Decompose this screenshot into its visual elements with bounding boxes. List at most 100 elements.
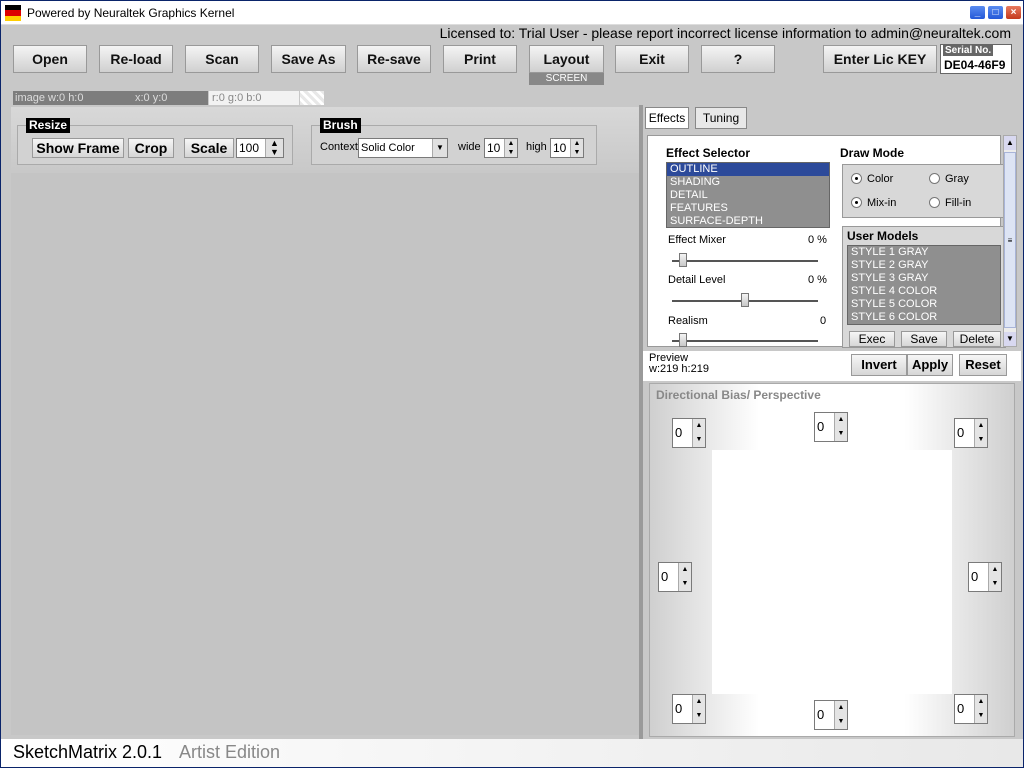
scale-value: 100 [239,141,260,155]
effect-list-item[interactable]: FEATURES [667,202,829,215]
bias-left-stepper[interactable]: 0 ▲ ▼ [658,562,692,592]
user-models-heading: User Models [847,229,919,243]
scroll-down-icon[interactable]: ▼ [1004,332,1016,346]
effect-list-item[interactable]: SHADING [667,176,829,189]
user-model-item[interactable]: STYLE 2 GRAY [848,259,1000,272]
reload-button[interactable]: Re-load [99,45,173,73]
effect-selector-list[interactable]: OUTLINE SHADING DETAIL FEATURES SURFACE-DEPT… [666,162,830,228]
stepper-arrows-icon[interactable]: ▲ ▼ [974,419,987,447]
scan-button[interactable]: Scan [185,45,259,73]
save-model-button[interactable]: Save [901,331,947,347]
fillin-radio[interactable]: Fill-in [929,197,971,209]
realism-track[interactable] [672,340,818,342]
detail-level-value: 0 % [808,274,827,286]
bias-top-stepper[interactable]: 0 ▲ ▼ [814,412,848,442]
stepper-arrows-icon[interactable]: ▲ ▼ [678,563,691,591]
directional-bias-title: Directional Bias/ Perspective [656,388,821,402]
image-status-bar: image w:0 h:0 x:0 y:0 [13,91,208,105]
bias-right-stepper[interactable]: 0 ▲ ▼ [968,562,1002,592]
context-label: Context [320,141,358,153]
effect-mixer-slider[interactable] [678,253,687,267]
color-radio[interactable]: Color [851,173,893,185]
context-value: Solid Color [361,142,415,154]
high-stepper[interactable]: 10 ▲ ▼ [550,138,584,158]
brush-label: Brush [320,118,361,133]
bias-bottom-right-stepper[interactable]: 0 ▲ ▼ [954,694,988,724]
user-model-item[interactable]: STYLE 3 GRAY [848,272,1000,285]
bias-bottom-stepper[interactable]: 0 ▲ ▼ [814,700,848,730]
tool-strip: Resize Show Frame Crop Scale 100 ▲ ▼ Brus… [11,107,639,173]
realism-value: 0 [820,315,827,327]
detail-level-slider[interactable] [741,293,749,307]
user-model-item[interactable]: STYLE 4 COLOR [848,285,1000,298]
tab-tuning[interactable]: Tuning [695,107,747,129]
effect-mixer-track[interactable] [672,260,818,262]
stepper-arrows-icon[interactable]: ▲ ▼ [988,563,1001,591]
effect-selector-heading: Effect Selector [666,146,751,160]
app-edition: Artist Edition [179,742,281,762]
bias-top-right-stepper[interactable]: 0 ▲ ▼ [954,418,988,448]
save-as-button[interactable]: Save As [271,45,346,73]
wide-stepper[interactable]: 10 ▲ ▼ [484,138,518,158]
help-button[interactable]: ? [701,45,775,73]
effect-list-item[interactable]: SURFACE-DEPTH [667,215,829,228]
enter-license-key-button[interactable]: Enter Lic KEY [823,45,937,73]
stepper-arrows-icon[interactable]: ▲ ▼ [570,139,583,157]
brush-group: Brush Context Solid Color ▼ wide 10 ▲ ▼ h… [311,118,597,165]
high-value: 10 [553,141,567,155]
exit-button[interactable]: Exit [615,45,689,73]
scroll-up-icon[interactable]: ▲ [1004,136,1016,150]
realism-slider[interactable] [678,333,687,347]
exec-button[interactable]: Exec [849,331,895,347]
print-button[interactable]: Print [443,45,517,73]
preview-size: w:219 h:219 [649,363,709,375]
bias-bottom-left-stepper[interactable]: 0 ▲ ▼ [672,694,706,724]
stepper-arrows-icon[interactable]: ▲ ▼ [504,139,517,157]
scroll-thumb[interactable]: ≡ [1004,152,1016,328]
resize-group: Resize Show Frame Crop Scale 100 ▲ ▼ [17,118,293,165]
crop-button[interactable]: Crop [128,138,174,158]
minimize-button[interactable]: _ [969,5,986,20]
mixin-radio[interactable]: Mix-in [851,197,896,209]
scale-arrows-icon[interactable]: ▲ ▼ [265,139,283,157]
effect-list-item[interactable]: DETAIL [667,189,829,202]
bias-top-left-stepper[interactable]: 0 ▲ ▼ [672,418,706,448]
user-model-item[interactable]: STYLE 5 COLOR [848,298,1000,311]
user-model-item[interactable]: STYLE 1 GRAY [848,246,1000,259]
draw-mode-group: Color Gray Mix-in Fill-in [842,164,1006,218]
open-button[interactable]: Open [13,45,87,73]
user-models-list[interactable]: STYLE 1 GRAY STYLE 2 GRAY STYLE 3 GRAY STYL… [847,245,1001,325]
effect-list-item[interactable]: OUTLINE [667,163,829,176]
stepper-arrows-icon[interactable]: ▲ ▼ [834,413,847,441]
high-label: high [526,141,547,153]
color-readout: r:0 g:0 b:0 [209,91,299,105]
layout-button[interactable]: Layout [529,45,604,73]
delete-model-button[interactable]: Delete [953,331,1001,347]
user-model-item[interactable]: STYLE 6 COLOR [848,311,1000,324]
gray-radio[interactable]: Gray [929,173,969,185]
stepper-arrows-icon[interactable]: ▲ ▼ [692,419,705,447]
stepper-arrows-icon[interactable]: ▲ ▼ [974,695,987,723]
invert-button[interactable]: Invert [851,354,907,376]
maximize-button[interactable]: □ [987,5,1004,20]
apply-button[interactable]: Apply [907,354,953,376]
effects-scrollbar[interactable]: ▲ ≡ ▼ [1003,135,1017,347]
image-canvas[interactable] [11,173,639,735]
close-button[interactable]: × [1005,5,1022,20]
tab-effects[interactable]: Effects [645,107,689,129]
resave-button[interactable]: Re-save [357,45,431,73]
title-bar: Powered by Neuraltek Graphics Kernel _ □… [1,1,1023,25]
scale-button[interactable]: Scale [184,138,234,158]
dropdown-arrow-icon[interactable]: ▼ [432,139,447,157]
detail-level-label: Detail Level [668,274,726,286]
scale-stepper[interactable]: 100 ▲ ▼ [236,138,284,158]
effect-items: OUTLINE SHADING DETAIL FEATURES SURFACE-DEPT… [667,163,829,228]
wide-label: wide [458,141,481,153]
preview-image [712,450,952,694]
show-frame-button[interactable]: Show Frame [32,138,124,158]
stepper-arrows-icon[interactable]: ▲ ▼ [692,695,705,723]
reset-button[interactable]: Reset [959,354,1007,376]
license-text: Licensed to: Trial User - please report … [439,25,1011,41]
stepper-arrows-icon[interactable]: ▲ ▼ [834,701,847,729]
context-select[interactable]: Solid Color ▼ [358,138,448,158]
